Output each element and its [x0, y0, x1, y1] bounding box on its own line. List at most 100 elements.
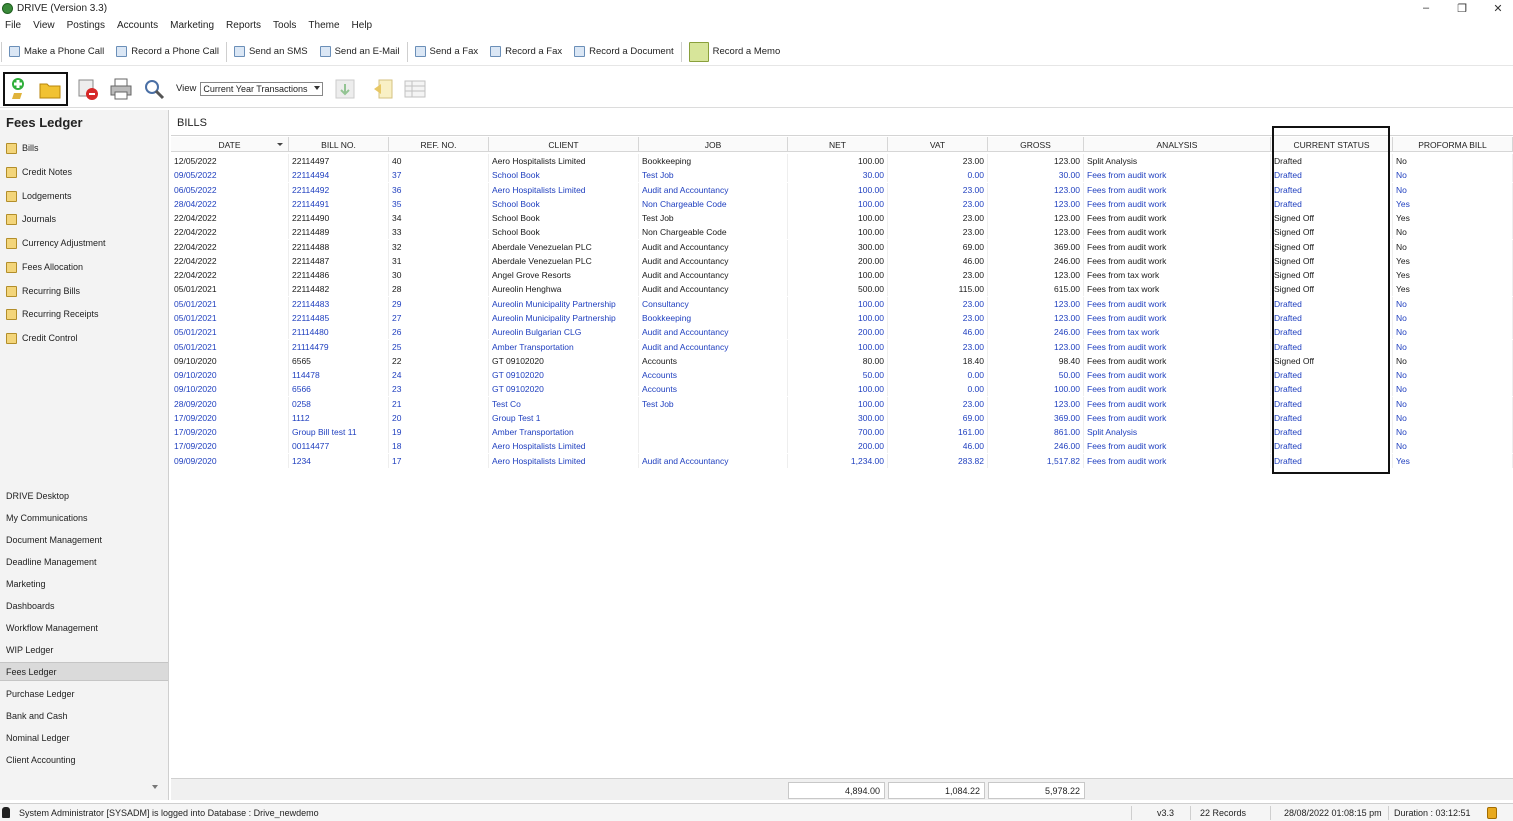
nav-document-management[interactable]: Document Management — [0, 530, 168, 549]
menu-view[interactable]: View — [28, 20, 62, 31]
cell-bill-no: 21114479 — [289, 339, 389, 354]
table-row[interactable]: 22/04/2022 22114487 31 Aberdale Venezuelan … — [171, 253, 1513, 268]
column-header-proforma-bill[interactable]: PROFORMA BILL — [1393, 137, 1513, 152]
sidebar-item-journals[interactable]: Journals — [6, 211, 56, 227]
delete-bill-icon[interactable] — [76, 77, 100, 101]
cell-client: Aureolin Municipality Partnership — [489, 296, 639, 311]
table-row[interactable]: 17/09/2020 1112 20 Group Test 1 300.00 69.00 3… — [171, 410, 1513, 425]
column-header-current-status[interactable]: CURRENT STATUS — [1271, 137, 1393, 152]
nav-deadline-management[interactable]: Deadline Management — [0, 552, 168, 571]
table-row[interactable]: 22/04/2022 22114486 30 Angel Grove Resorts A… — [171, 268, 1513, 283]
cell-analysis: Fees from audit work — [1084, 239, 1271, 254]
sidebar-item-credit-control[interactable]: Credit Control — [6, 330, 78, 346]
cell-date: 05/01/2021 — [171, 325, 289, 340]
table-row[interactable]: 05/01/2021 21114480 26 Aureolin Bulgarian C… — [171, 325, 1513, 340]
nav-nominal-ledger[interactable]: Nominal Ledger — [0, 728, 168, 747]
sidebar-item-recurring-bills[interactable]: Recurring Bills — [6, 283, 80, 299]
menu-help[interactable]: Help — [347, 20, 380, 31]
record-fax-button[interactable]: Record a Fax — [484, 40, 568, 64]
column-header-date[interactable]: DATE — [171, 137, 289, 152]
menu-accounts[interactable]: Accounts — [112, 20, 165, 31]
table-row[interactable]: 05/01/2021 22114483 29 Aureolin Municipalit… — [171, 296, 1513, 311]
column-header-gross[interactable]: GROSS — [988, 137, 1084, 152]
nav-purchase-ledger[interactable]: Purchase Ledger — [0, 684, 168, 703]
table-row[interactable]: 17/09/2020 Group Bill test 11 19 Amber Tran… — [171, 425, 1513, 440]
table-row[interactable]: 05/01/2021 21114479 25 Amber Transportation… — [171, 339, 1513, 354]
table-row[interactable]: 22/04/2022 22114488 32 Aberdale Venezuelan … — [171, 239, 1513, 254]
table-row[interactable]: 22/04/2022 22114489 33 School Book Non Charg… — [171, 225, 1513, 240]
sidebar-item-bills[interactable]: Bills — [6, 140, 39, 156]
cell-client: School Book — [489, 168, 639, 183]
table-row[interactable]: 06/05/2022 22114492 36 Aero Hospitalists Li… — [171, 182, 1513, 197]
grid-layout-icon[interactable] — [403, 77, 427, 101]
table-row[interactable]: 09/10/2020 114478 24 GT 09102020 Accounts 50.… — [171, 368, 1513, 383]
memo-button[interactable]: Record a Memo — [683, 40, 787, 64]
menu-postings[interactable]: Postings — [62, 20, 112, 31]
menu-marketing[interactable]: Marketing — [165, 20, 221, 31]
table-row[interactable]: 09/05/2022 22114494 37 School Book Test Job 3… — [171, 168, 1513, 183]
column-header-job[interactable]: JOB — [639, 137, 788, 152]
nav-workflow-management[interactable]: Workflow Management — [0, 618, 168, 637]
menu-tools[interactable]: Tools — [268, 20, 303, 31]
cell-current-status: Drafted — [1271, 396, 1393, 411]
export-icon[interactable] — [333, 77, 357, 101]
cell-client: School Book — [489, 211, 639, 226]
phone-call-button[interactable]: Make a Phone Call — [3, 40, 110, 64]
table-row[interactable]: 28/04/2022 22114491 35 School Book Non Charg… — [171, 196, 1513, 211]
sms-button[interactable]: Send an SMS — [228, 40, 314, 64]
nav-dashboards[interactable]: Dashboards — [0, 596, 168, 615]
column-header-net[interactable]: NET — [788, 137, 888, 152]
back-arrow-icon[interactable] — [371, 77, 395, 101]
sidebar-item-currency-adjustment[interactable]: Currency Adjustment — [6, 235, 106, 251]
cell-net: 100.00 — [788, 339, 888, 354]
table-row[interactable]: 05/01/2021 22114482 28 Aureolin Henghwa Audi… — [171, 282, 1513, 297]
close-button[interactable]: ✕ — [1480, 0, 1513, 16]
table-row[interactable]: 09/10/2020 6566 23 GT 09102020 Accounts 100.0… — [171, 382, 1513, 397]
nav-marketing[interactable]: Marketing — [0, 574, 168, 593]
menu-theme[interactable]: Theme — [303, 20, 346, 31]
nav-drive-desktop[interactable]: DRIVE Desktop — [0, 486, 168, 505]
status-bar: System Administrator [SYSADM] is logged … — [0, 803, 1513, 821]
table-row[interactable]: 22/04/2022 22114490 34 School Book Test Job 1… — [171, 211, 1513, 226]
column-header-ref-no[interactable]: REF. NO. — [389, 137, 489, 152]
table-row[interactable]: 05/01/2021 22114485 27 Aureolin Municipalit… — [171, 310, 1513, 325]
table-row[interactable]: 09/10/2020 6565 22 GT 09102020 Accounts 80.00… — [171, 353, 1513, 368]
cell-bill-no: 22114490 — [289, 211, 389, 226]
sidebar-item-recurring-receipts[interactable]: Recurring Receipts — [6, 306, 99, 322]
sidebar-item-credit-notes[interactable]: Credit Notes — [6, 164, 72, 180]
column-header-bill-no[interactable]: BILL NO. — [289, 137, 389, 152]
cell-current-status: Signed Off — [1271, 268, 1393, 283]
record-call-button[interactable]: Record a Phone Call — [110, 40, 225, 64]
nav-client-accounting[interactable]: Client Accounting — [0, 750, 168, 769]
nav-my-communications[interactable]: My Communications — [0, 508, 168, 527]
table-row[interactable]: 09/09/2020 1234 17 Aero Hospitalists Limite… — [171, 453, 1513, 468]
column-header-vat[interactable]: VAT — [888, 137, 988, 152]
sidebar-scroll-arrow-icon[interactable] — [152, 785, 158, 789]
minimize-button[interactable]: – — [1408, 0, 1444, 16]
restore-button[interactable]: ❐ — [1444, 0, 1480, 16]
cell-net: 100.00 — [788, 268, 888, 283]
table-row[interactable]: 12/05/2022 22114497 40 Aero Hospitalists Li… — [171, 154, 1513, 168]
nav-wip-ledger[interactable]: WIP Ledger — [0, 640, 168, 659]
view-dropdown[interactable]: Current Year Transactions — [200, 81, 324, 96]
table-row[interactable]: 17/09/2020 00114477 18 Aero Hospitalists Li… — [171, 439, 1513, 454]
cell-gross: 100.00 — [988, 382, 1084, 397]
document-button[interactable]: Record a Document — [568, 40, 679, 64]
nav-bank-and-cash[interactable]: Bank and Cash — [0, 706, 168, 725]
fax-button[interactable]: Send a Fax — [409, 40, 485, 64]
cell-ref-no: 27 — [389, 310, 489, 325]
table-row[interactable]: 28/09/2020 0258 21 Test Co Test Job 100.00 23.… — [171, 396, 1513, 411]
email-button[interactable]: Send an E-Mail — [314, 40, 406, 64]
sidebar-item-fees-allocation[interactable]: Fees Allocation — [6, 259, 83, 275]
sidebar-item-lodgements[interactable]: Lodgements — [6, 188, 72, 204]
nav-fees-ledger[interactable]: Fees Ledger — [0, 662, 168, 681]
cell-net: 100.00 — [788, 211, 888, 226]
print-icon[interactable] — [109, 77, 133, 101]
search-icon[interactable] — [142, 77, 166, 101]
menu-reports[interactable]: Reports — [221, 20, 268, 31]
column-header-client[interactable]: CLIENT — [489, 137, 639, 152]
column-header-analysis[interactable]: ANALYSIS — [1084, 137, 1271, 152]
view-dropdown-value: Current Year Transactions — [203, 83, 308, 94]
menu-file[interactable]: File — [0, 20, 28, 31]
cell-client: Group Test 1 — [489, 410, 639, 425]
